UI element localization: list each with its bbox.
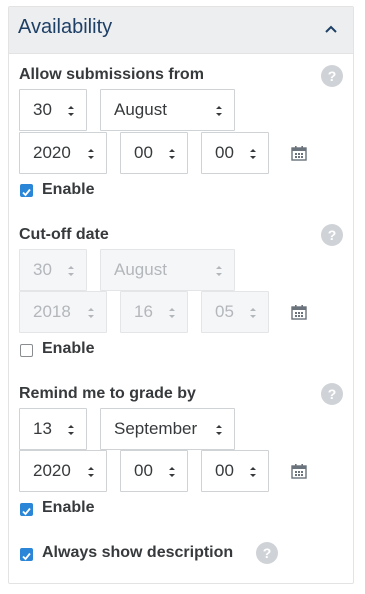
- select-arrows-icon: [169, 467, 175, 477]
- cutoff-year-select: 2018: [19, 291, 107, 333]
- cutoff-month-select: August: [100, 249, 235, 291]
- checkmark-icon: [22, 552, 31, 561]
- select-arrows-icon: [250, 467, 256, 477]
- select-arrows-icon: [68, 106, 74, 116]
- select-arrows-icon: [216, 106, 222, 116]
- panel-header[interactable]: Availability: [9, 7, 353, 54]
- help-icon[interactable]: ?: [321, 383, 343, 405]
- checkmark-icon: [22, 507, 31, 516]
- cutoff-day-select: 30: [19, 249, 87, 291]
- allow-hour-select[interactable]: 00: [120, 132, 188, 174]
- panel-title: Availability: [18, 16, 113, 38]
- select-arrows-icon: [250, 308, 256, 318]
- remind-day-select[interactable]: 13: [19, 408, 87, 450]
- remind-hour-select[interactable]: 00: [120, 450, 188, 492]
- remind-month-select[interactable]: September: [100, 408, 235, 450]
- calendar-icon[interactable]: [291, 463, 307, 479]
- always-show-description-checkbox[interactable]: [20, 548, 33, 561]
- help-icon[interactable]: ?: [321, 65, 343, 87]
- help-icon[interactable]: ?: [321, 224, 343, 246]
- select-arrows-icon: [216, 266, 222, 276]
- remind-enable-label: Enable: [42, 499, 95, 516]
- checkmark-icon: [22, 188, 31, 197]
- select-arrows-icon: [88, 467, 94, 477]
- always-show-description-label: Always show description: [42, 544, 234, 561]
- select-arrows-icon: [68, 266, 74, 276]
- remind-minute-select[interactable]: 00: [201, 450, 269, 492]
- select-arrows-icon: [169, 308, 175, 318]
- cutoff-enable-label: Enable: [42, 340, 95, 357]
- help-icon[interactable]: ?: [256, 542, 278, 564]
- allow-year-select[interactable]: 2020: [19, 132, 107, 174]
- allow-day-select[interactable]: 30: [19, 89, 87, 131]
- cutoff-date-label: Cut-off date: [19, 226, 109, 243]
- remind-grade-label: Remind me to grade by: [19, 385, 196, 402]
- allow-enable-checkbox[interactable]: [20, 184, 33, 197]
- cutoff-hour-select: 16: [120, 291, 188, 333]
- calendar-icon[interactable]: [291, 145, 307, 161]
- allow-submissions-label: Allow submissions from: [19, 66, 204, 83]
- remind-enable-checkbox[interactable]: [20, 503, 33, 516]
- select-arrows-icon: [250, 149, 256, 159]
- chevron-up-icon[interactable]: [321, 19, 341, 39]
- calendar-icon[interactable]: [291, 304, 307, 320]
- select-arrows-icon: [68, 425, 74, 435]
- allow-enable-label: Enable: [42, 181, 95, 198]
- allow-minute-select[interactable]: 00: [201, 132, 269, 174]
- cutoff-minute-select: 05: [201, 291, 269, 333]
- allow-month-select[interactable]: August: [100, 89, 235, 131]
- select-arrows-icon: [169, 149, 175, 159]
- cutoff-enable-checkbox[interactable]: [20, 344, 33, 357]
- remind-year-select[interactable]: 2020: [19, 450, 107, 492]
- select-arrows-icon: [216, 425, 222, 435]
- select-arrows-icon: [88, 308, 94, 318]
- select-arrows-icon: [88, 149, 94, 159]
